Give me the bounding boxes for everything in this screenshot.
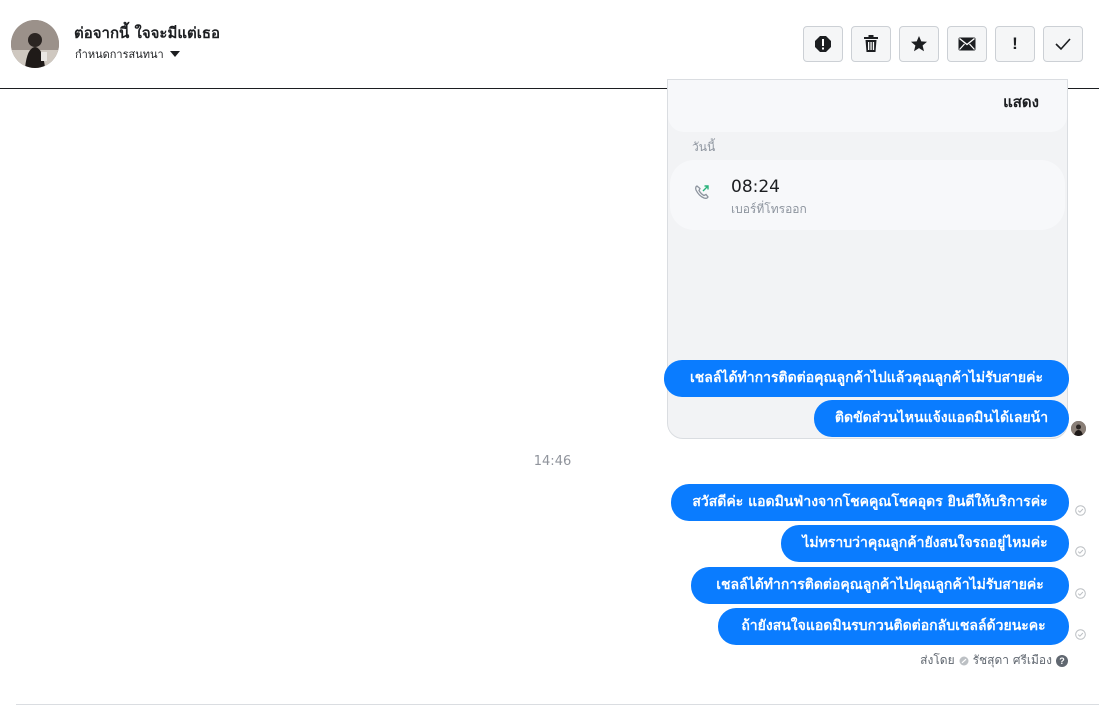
sent-by-info: ส่งโดย รัชสุดา ศรีเมือง ? — [920, 651, 1068, 670]
sent-check-icon — [1075, 546, 1086, 557]
important-button[interactable]: ! — [995, 26, 1035, 62]
message-bubble[interactable]: สวัสดีค่ะ แอดมินฟ่างจากโชคคูณโชคอุดร ยิน… — [671, 484, 1069, 521]
message-bubble[interactable]: เชลล์ได้ทำการติดต่อคุณลูกค้าไปคุณลูกค้าไ… — [691, 567, 1069, 604]
trash-icon — [864, 35, 878, 52]
time-separator: 14:46 — [533, 454, 572, 469]
message-bubble[interactable]: ติดขัดส่วนไหนแจ้งแอดมินได้เลยน้า — [814, 400, 1069, 437]
conversation-schedule-dropdown[interactable]: กำหนดการสนทนา — [75, 45, 180, 63]
schedule-label: กำหนดการสนทนา — [75, 48, 164, 61]
mark-unread-button[interactable] — [947, 26, 987, 62]
message-thread[interactable]: แสดง วันนี้ 08:24 เบอร์ที่โทรออก เชลล์ได… — [0, 79, 1099, 705]
call-type: เบอร์ที่โทรออก — [731, 202, 807, 216]
call-day-label: วันนี้ — [692, 140, 716, 154]
call-card-header: แสดง — [668, 80, 1067, 132]
sent-check-icon — [1075, 588, 1086, 599]
report-button[interactable] — [803, 26, 843, 62]
star-button[interactable] — [899, 26, 939, 62]
call-time: 08:24 — [731, 177, 780, 197]
action-toolbar: ! — [803, 26, 1083, 62]
report-icon — [815, 36, 831, 52]
star-icon — [911, 36, 927, 52]
mark-done-button[interactable] — [1043, 26, 1083, 62]
help-icon[interactable]: ? — [1056, 654, 1068, 667]
envelope-icon — [958, 37, 976, 51]
call-entry[interactable]: 08:24 เบอร์ที่โทรออก — [670, 160, 1065, 230]
sent-check-icon — [1075, 505, 1086, 516]
conversation-header: ต่อจากนี้ ใจจะมีแต่เธอ กำหนดการสนทนา ! — [0, 0, 1099, 89]
check-icon — [1055, 38, 1071, 51]
show-button[interactable]: แสดง — [1003, 90, 1039, 114]
sent-check-icon — [1075, 629, 1086, 640]
sender-name[interactable]: รัชสุดา ศรีเมือง — [973, 651, 1052, 670]
contact-avatar[interactable] — [11, 20, 59, 68]
message-bubble[interactable]: ไม่ทราบว่าคุณลูกค้ายังสนใจรถอยู่ไหมค่ะ — [781, 525, 1069, 562]
message-bubble[interactable]: ถ้ายังสนใจแอดมินรบกวนติดต่อกลับเชลล์ด้วย… — [718, 608, 1069, 645]
sender-badge-icon — [959, 656, 969, 665]
caret-down-icon — [169, 51, 180, 57]
outgoing-call-icon — [695, 185, 709, 199]
conversation-title: ต่อจากนี้ ใจจะมีแต่เธอ — [74, 24, 221, 42]
sent-by-prefix: ส่งโดย — [920, 653, 955, 667]
seen-avatar — [1071, 421, 1086, 436]
important-icon: ! — [1012, 34, 1018, 53]
delete-button[interactable] — [851, 26, 891, 62]
message-bubble[interactable]: เชลล์ได้ทำการติดต่อคุณลูกค้าไปแล้วคุณลูก… — [664, 360, 1069, 397]
